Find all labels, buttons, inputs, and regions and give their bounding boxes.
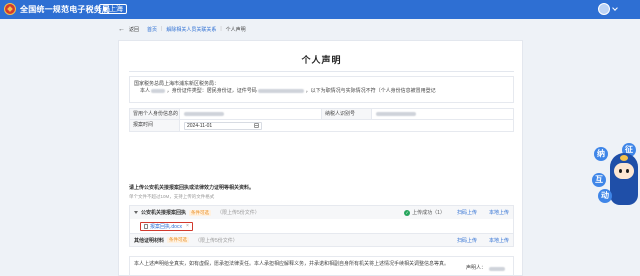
report-date-label: 报案时间 — [130, 120, 180, 131]
upload-status-label: 上传成功（1） — [412, 210, 445, 216]
local-upload-button[interactable]: 本地上传 — [489, 209, 509, 216]
upload-section-police-receipt: 公安机关接报案回执 条件可选 （限上传5份文件） ✓ 上传成功（1） 扫码上传 … — [130, 206, 513, 219]
upload-section-other-materials: 其他证明材料 条件可选 （限上传5份文件） 扫码上传 本地上传 — [130, 233, 513, 246]
upload-status: ✓ 上传成功（1） — [404, 209, 445, 216]
page-title: 个人声明 — [301, 55, 342, 65]
breadcrumb-current: 个人声明 — [225, 26, 246, 33]
breadcrumb-unlink-relation[interactable]: 解除相关人员关联关系 — [166, 26, 216, 33]
taxpayer-id-value — [372, 109, 513, 119]
scan-upload-button[interactable]: 扫码上传 — [457, 237, 477, 244]
uploaded-file-chip[interactable]: 报案回执.docx × — [140, 221, 193, 231]
table-row: 报案时间 2024-11-01 — [129, 120, 514, 132]
table-row: 冒用个人身份信息的单位名称 纳税人识别号 — [129, 108, 514, 128]
uploaded-file-name[interactable]: 报案回执.docx — [150, 223, 182, 230]
signer-row: 声明人： — [466, 265, 505, 272]
check-circle-icon: ✓ — [404, 209, 411, 216]
mascot-char: 纳 — [594, 147, 608, 161]
optional-tag: 条件可选 — [189, 209, 212, 216]
upload-format-hint: 单个文件不超过10M，支持上传的文件格式 — [129, 194, 215, 199]
personal-statement: 本人上述声明给全真实，如有虚假，愿承担法律责任。本人承担相应解释义务，并承诺和相… — [129, 256, 514, 276]
breadcrumb-bar: ← 返回 首页 | 解除相关人员关联关系 | 个人声明 — [118, 23, 523, 35]
statement-text: 本人上述声明给全真实，如有虚假，愿承担法律责任。本人承担相应解释义务，并承诺和相… — [134, 261, 450, 267]
chevron-down-icon[interactable] — [612, 5, 618, 11]
redacted-name — [151, 88, 166, 93]
info-table: 冒用个人身份信息的单位名称 纳税人识别号 报案时间 2024-11-01 — [129, 108, 514, 132]
redacted-taxpayer-id — [376, 112, 416, 116]
breadcrumb-home[interactable]: 首页 — [147, 26, 157, 33]
declaration-prefix: 本人 — [140, 88, 151, 94]
back-arrow-icon[interactable]: ← — [118, 26, 125, 33]
eye-icon — [619, 169, 622, 173]
calendar-icon — [254, 123, 259, 128]
region-label: 上海 — [109, 5, 123, 13]
optional-tag: 条件可选 — [167, 237, 190, 243]
site-title: 全国统一规范电子税务局 — [20, 5, 111, 14]
remove-file-icon[interactable]: × — [186, 223, 189, 229]
back-button[interactable]: 返回 — [129, 26, 139, 33]
collapse-caret-icon[interactable] — [134, 211, 138, 214]
mascot-char: 动 — [598, 189, 612, 203]
upload-limit-text: （限上传5份文件） — [217, 210, 260, 216]
region-selector[interactable]: 上海 — [99, 4, 127, 14]
eye-icon — [626, 169, 629, 173]
declaration-line-1: 国家税务总局上海市浦东新区税务局： — [134, 81, 220, 87]
upload-section-title: 公安机关接报案回执 — [141, 210, 187, 216]
upload-limit-text: （限上传5份文件） — [195, 237, 238, 244]
redacted-signer — [489, 266, 505, 271]
scan-upload-button[interactable]: 扫码上传 — [457, 209, 477, 216]
redacted-id-number — [258, 88, 305, 93]
uploaded-file-row: 报案回执.docx × — [130, 219, 513, 233]
declaration-suffix: ，以下为职情况与实际情况不符（个人身份信息被冒用登记 — [305, 88, 436, 94]
taxpayer-id-label: 纳税人识别号 — [322, 109, 372, 119]
top-header: 全国统一规范电子税务局 上海 — [0, 0, 640, 19]
upload-panel: 公安机关接报案回执 条件可选 （限上传5份文件） ✓ 上传成功（1） 扫码上传 … — [129, 205, 514, 247]
report-date-cell: 2024-11-01 — [180, 120, 513, 131]
breadcrumb-separator: | — [220, 26, 222, 32]
redacted-company — [184, 112, 224, 116]
declaration-card: 个人声明 国家税务总局上海市浦东新区税务局： 本人 ，身份证件类型：居民身份证，… — [118, 40, 523, 276]
upload-section-title: 其他证明材料 — [134, 237, 165, 244]
mascot-char: 互 — [592, 173, 606, 187]
mascot-figure-icon — [610, 153, 638, 205]
badge-icon — [620, 155, 628, 161]
local-upload-button[interactable]: 本地上传 — [489, 237, 509, 244]
user-avatar[interactable] — [598, 3, 610, 15]
declaration-mid: ，身份证件类型：居民身份证，证件号码 — [166, 88, 257, 94]
document-icon — [144, 223, 148, 229]
upload-instruction: 请上传公安机关接报案回执或法律效力证明等相关资料。 — [129, 185, 255, 191]
company-name-value — [180, 109, 322, 119]
divider — [129, 71, 514, 72]
company-name-label: 冒用个人身份信息的单位名称 — [130, 109, 180, 128]
mascot-face — [614, 163, 634, 179]
assistant-mascot[interactable]: 纳 征 互 动 — [592, 143, 640, 211]
declaration-line-2: 本人 ，身份证件类型：居民身份证，证件号码 ，以下为职情况与实际情况不符（个人身… — [134, 88, 509, 95]
signer-label: 声明人： — [465, 265, 486, 271]
report-date-value: 2024-11-01 — [187, 122, 213, 129]
report-date-picker[interactable]: 2024-11-01 — [184, 121, 262, 130]
tax-bureau-logo-icon — [4, 3, 16, 15]
location-pin-icon — [102, 6, 108, 12]
declaration-text: 国家税务总局上海市浦东新区税务局： 本人 ，身份证件类型：居民身份证，证件号码 … — [129, 76, 514, 103]
breadcrumb-separator: | — [161, 26, 163, 32]
